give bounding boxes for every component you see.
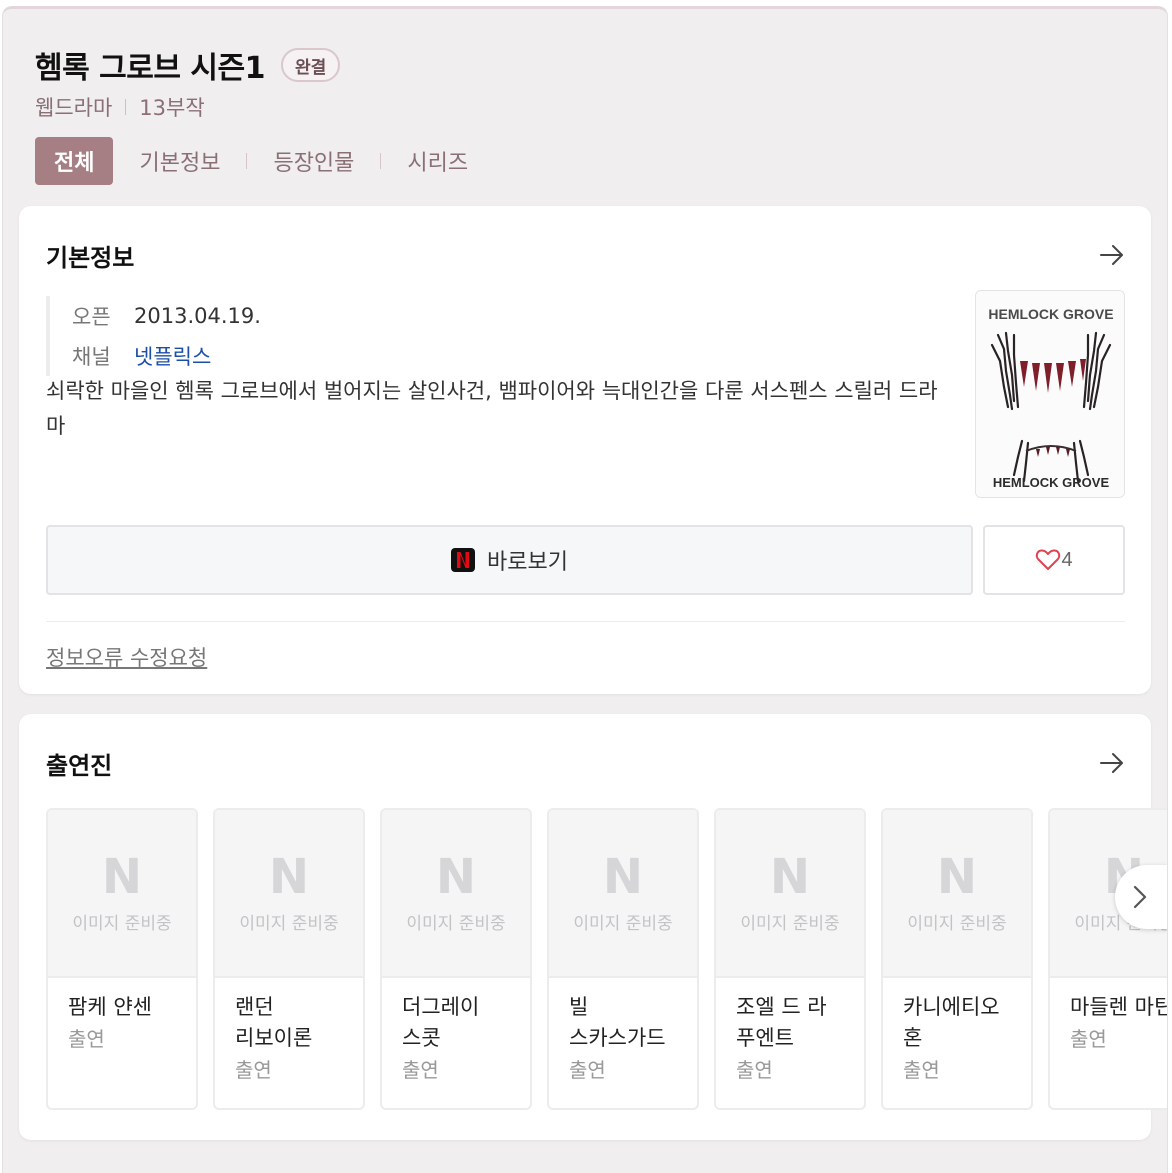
cast-card: 출연진 N 이미지 준비중 팜케 얀센 출연 N 이미지 준비중 랜던 리보이론…	[19, 714, 1167, 1140]
status-badge: 완결	[280, 48, 341, 82]
cast-name: 랜던 리보이론	[235, 995, 313, 1050]
arrow-right-icon[interactable]	[1099, 244, 1125, 266]
tab-all[interactable]: 전체	[35, 137, 114, 185]
cast-name: 카니에티오 혼	[903, 995, 1000, 1050]
cast-name: 빌 스카스가드	[569, 995, 666, 1050]
open-date: 2013.04.19.	[134, 304, 261, 328]
tab-divider	[246, 153, 248, 169]
poster-artwork: HEMLOCK GROVE HEMLOCK GROVE	[976, 291, 1124, 497]
cast-member-card[interactable]: N 이미지 준비중 조엘 드 라 푸엔트 출연	[714, 808, 866, 1110]
image-placeholder: N 이미지 준비중	[48, 810, 196, 978]
cast-member-card[interactable]: N 이미지 준비중 마들렌 마틴 출연	[1048, 808, 1168, 1110]
tab-series[interactable]: 시리즈	[407, 137, 468, 185]
page-title: 헴록 그로브 시즌1	[35, 51, 265, 86]
cast-name: 더그레이 스콧	[402, 995, 480, 1050]
cast-role: 출연	[402, 1058, 439, 1082]
placeholder-text: 이미지 준비중	[406, 913, 506, 934]
episode-count: 13부작	[139, 96, 205, 120]
poster-title: HEMLOCK GROVE	[988, 306, 1113, 322]
placeholder-text: 이미지 준비중	[907, 913, 1007, 934]
heart-icon	[1036, 549, 1061, 570]
naver-n-icon: N	[602, 848, 644, 905]
netflix-icon	[451, 548, 476, 572]
synopsis: 쇠락한 마을인 헴록 그로브에서 벌어지는 살인사건, 뱀파이어와 늑대인간을 …	[46, 379, 938, 438]
naver-n-icon: N	[769, 848, 811, 905]
channel-link[interactable]: 넷플릭스	[134, 341, 211, 371]
like-button[interactable]: 4	[983, 525, 1125, 595]
watch-now-button[interactable]: 바로보기	[46, 525, 973, 595]
tab-characters[interactable]: 등장인물	[273, 137, 354, 185]
cast-name: 팜케 얀센	[68, 995, 152, 1019]
cast-list: N 이미지 준비중 팜케 얀센 출연 N 이미지 준비중 랜던 리보이론 출연 …	[46, 808, 1168, 1110]
tab-divider	[380, 153, 382, 169]
image-placeholder: N 이미지 준비중	[716, 810, 864, 978]
genre-text: 웹드라마	[35, 96, 113, 120]
cast-member-card[interactable]: N 이미지 준비중 카니에티오 혼 출연	[881, 808, 1033, 1110]
header: 헴록 그로브 시즌1 완결 웹드라마 13부작	[35, 45, 1147, 121]
watch-now-label: 바로보기	[487, 549, 568, 574]
poster-title-bottom: HEMLOCK GROVE	[993, 475, 1110, 490]
open-date-row: 오픈 2013.04.19.	[72, 296, 261, 336]
divider	[46, 621, 1125, 622]
cast-role: 출연	[569, 1058, 606, 1082]
placeholder-text: 이미지 준비중	[573, 913, 673, 934]
content-panel: 헴록 그로브 시즌1 완결 웹드라마 13부작 전체 기본정보 등장인물 시리즈…	[2, 6, 1168, 1173]
cast-title: 출연진	[46, 752, 113, 780]
cast-name: 조엘 드 라 푸엔트	[736, 995, 827, 1050]
placeholder-text: 이미지 준비중	[239, 913, 339, 934]
meta-divider	[125, 99, 127, 115]
tab-basic-info[interactable]: 기본정보	[139, 137, 220, 185]
cast-member-card[interactable]: N 이미지 준비중 팜케 얀센 출연	[46, 808, 198, 1110]
report-error-link[interactable]: 정보오류 수정요청	[46, 642, 207, 672]
chevron-right-icon	[1133, 885, 1147, 909]
cast-name: 마들렌 마틴	[1070, 995, 1168, 1019]
channel-row: 채널 넷플릭스	[72, 336, 261, 376]
naver-n-icon: N	[268, 848, 310, 905]
arrow-right-icon[interactable]	[1099, 752, 1125, 774]
placeholder-text: 이미지 준비중	[72, 913, 172, 934]
cast-role: 출연	[1070, 1027, 1107, 1051]
poster-image[interactable]: HEMLOCK GROVE HEMLOCK GROVE	[975, 290, 1125, 498]
naver-n-icon: N	[435, 848, 477, 905]
info-list: 오픈 2013.04.19. 채널 넷플릭스	[46, 296, 261, 376]
meta-row: 웹드라마 13부작	[35, 93, 1147, 121]
like-count: 4	[1061, 548, 1073, 571]
cast-member-card[interactable]: N 이미지 준비중 랜던 리보이론 출연	[213, 808, 365, 1110]
cast-role: 출연	[903, 1058, 940, 1082]
image-placeholder: N 이미지 준비중	[215, 810, 363, 978]
basic-info-card: 기본정보 오픈 2013.04.19. 채널 넷플릭스 쇠락한 마을인 헴록 그…	[19, 206, 1151, 694]
naver-n-icon: N	[101, 848, 143, 905]
placeholder-text: 이미지 준비중	[740, 913, 840, 934]
open-label: 오픈	[72, 305, 111, 329]
channel-label: 채널	[72, 345, 111, 369]
tab-bar: 전체 기본정보 등장인물 시리즈	[35, 137, 468, 185]
image-placeholder: N 이미지 준비중	[382, 810, 530, 978]
cast-role: 출연	[736, 1058, 773, 1082]
cast-role: 출연	[235, 1058, 272, 1082]
cast-role: 출연	[68, 1027, 105, 1051]
cast-member-card[interactable]: N 이미지 준비중 더그레이 스콧 출연	[380, 808, 532, 1110]
image-placeholder: N 이미지 준비중	[549, 810, 697, 978]
naver-n-icon: N	[936, 848, 978, 905]
basic-info-title: 기본정보	[46, 244, 135, 272]
cast-member-card[interactable]: N 이미지 준비중 빌 스카스가드 출연	[547, 808, 699, 1110]
image-placeholder: N 이미지 준비중	[883, 810, 1031, 978]
